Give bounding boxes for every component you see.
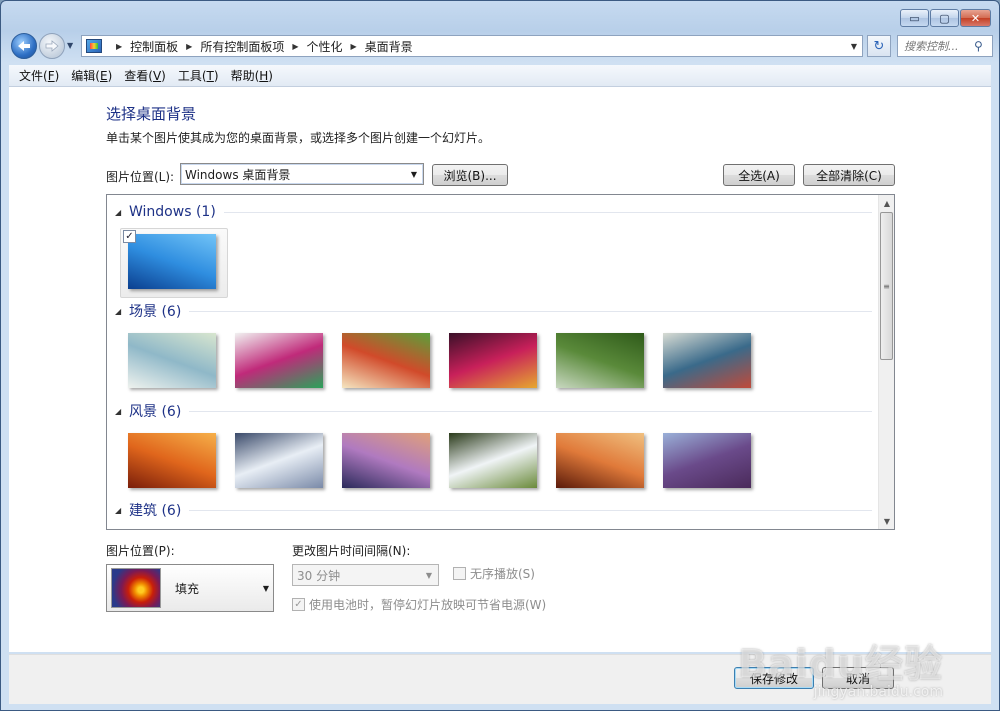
scroll-up-icon[interactable]: ▲ — [879, 195, 894, 211]
gallery-group-header[interactable]: ◢ Windows (1) — [115, 201, 872, 223]
thumbnail-checkbox[interactable]: ✓ — [123, 230, 136, 243]
gallery-group-title: Windows (1) — [129, 204, 216, 220]
wallpaper-thumbnail[interactable] — [663, 433, 751, 488]
wallpaper-thumbnail[interactable] — [235, 333, 323, 388]
close-icon: ✕ — [970, 11, 981, 25]
menu-help[interactable]: 帮助(H) — [225, 67, 279, 84]
interval-select[interactable]: 30 分钟 ▼ — [292, 564, 439, 586]
gallery-group-header[interactable]: ◢ 风景 (6) — [115, 400, 872, 422]
battery-label: 使用电池时，暂停幻灯片放映可节省电源(W) — [309, 598, 547, 612]
wallpaper-thumbnail[interactable] — [556, 433, 644, 488]
content-area: 选择桌面背景 单击某个图片使其成为您的桌面背景，或选择多个图片创建一个幻灯片。 … — [9, 87, 991, 652]
address-dropdown-icon[interactable]: ▼ — [846, 42, 862, 51]
wallpaper-thumbnail[interactable] — [449, 433, 537, 488]
interval-label: 更改图片时间间隔(N): — [292, 544, 411, 558]
control-panel-window: ▭ ▢ ✕ ▼ ▶ 控制面板 ▶ 所有控制面板项 ▶ 个性化 ▶ 桌面背景 ▼ … — [0, 0, 1000, 711]
collapse-triangle-icon[interactable]: ◢ — [115, 307, 129, 316]
wallpaper-thumbnail[interactable] — [342, 433, 430, 488]
minimize-icon: ▭ — [909, 11, 920, 25]
breadcrumb-item[interactable]: 个性化 — [307, 38, 343, 55]
shuffle-checkbox[interactable] — [453, 567, 466, 580]
wallpaper-thumbnail[interactable] — [128, 333, 216, 388]
refresh-icon: ↻ — [873, 38, 885, 54]
breadcrumb: ▶ 控制面板 ▶ 所有控制面板项 ▶ 个性化 ▶ 桌面背景 — [108, 38, 846, 55]
collapse-triangle-icon[interactable]: ◢ — [115, 208, 129, 217]
select-all-button[interactable]: 全选(A) — [723, 164, 795, 186]
chevron-right-icon[interactable]: ▶ — [292, 42, 298, 51]
wallpaper-gallery: ◢ Windows (1) ✓ ◢ 场景 (6) ◢ 风景 (6) ◢ 建筑 (6) ▲ ≡ ▼ — [106, 194, 895, 530]
caption-buttons: ▭ ▢ ✕ — [900, 9, 991, 27]
menu-view[interactable]: 查看(V) — [118, 67, 172, 84]
back-arrow-icon — [18, 41, 30, 51]
group-divider — [189, 410, 872, 412]
menu-bar: 文件(F) 编辑(E) 查看(V) 工具(T) 帮助(H) — [9, 65, 991, 87]
position-preview-image — [111, 568, 161, 608]
wallpaper-thumbnail[interactable] — [128, 433, 216, 488]
menu-edit[interactable]: 编辑(E) — [65, 67, 118, 84]
collapse-triangle-icon[interactable]: ◢ — [115, 407, 129, 416]
gallery-group-title: 风景 (6) — [129, 404, 182, 420]
group-divider — [189, 509, 872, 511]
breadcrumb-item[interactable]: 控制面板 — [130, 38, 178, 55]
close-button[interactable]: ✕ — [960, 9, 991, 27]
chevron-right-icon[interactable]: ▶ — [186, 42, 192, 51]
search-box[interactable]: ⚲ — [897, 35, 993, 57]
back-button[interactable] — [11, 33, 37, 59]
interval-value: 30 分钟 — [297, 568, 341, 583]
battery-checkbox[interactable]: ✓ — [292, 598, 305, 611]
menu-file[interactable]: 文件(F) — [13, 67, 65, 84]
chevron-right-icon[interactable]: ▶ — [351, 42, 357, 51]
wallpaper-thumbnail[interactable] — [128, 234, 216, 289]
forward-arrow-icon — [45, 40, 59, 52]
browse-button[interactable]: 浏览(B)... — [432, 164, 508, 186]
wallpaper-thumbnail[interactable] — [556, 333, 644, 388]
picture-position-label: 图片位置(P): — [106, 544, 175, 558]
address-bar[interactable]: ▶ 控制面板 ▶ 所有控制面板项 ▶ 个性化 ▶ 桌面背景 ▼ — [81, 35, 863, 57]
clear-all-button[interactable]: 全部清除(C) — [803, 164, 895, 186]
scroll-down-icon[interactable]: ▼ — [879, 513, 894, 529]
page-title: 选择桌面背景 — [106, 105, 197, 123]
navigation-row: ▼ ▶ 控制面板 ▶ 所有控制面板项 ▶ 个性化 ▶ 桌面背景 ▼ ↻ ⚲ — [9, 31, 993, 61]
shuffle-label: 无序播放(S) — [470, 567, 535, 581]
refresh-button[interactable]: ↻ — [867, 35, 891, 57]
recent-pages-dropdown[interactable]: ▼ — [67, 41, 73, 50]
group-divider — [189, 310, 872, 312]
picture-location-value: Windows 桌面背景 — [185, 167, 291, 182]
search-input[interactable] — [902, 38, 974, 54]
baidu-watermark-url: jingyan.baidu.com — [813, 684, 943, 700]
group-divider — [223, 211, 872, 213]
maximize-button[interactable]: ▢ — [930, 9, 959, 27]
gallery-group-header[interactable]: ◢ 建筑 (6) — [115, 499, 872, 521]
search-icon[interactable]: ⚲ — [974, 39, 983, 53]
wallpaper-thumbnail[interactable] — [342, 333, 430, 388]
breadcrumb-item[interactable]: 所有控制面板项 — [200, 38, 284, 55]
gallery-group-header[interactable]: ◢ 场景 (6) — [115, 300, 872, 322]
chevron-down-icon: ▼ — [410, 169, 418, 179]
chevron-down-icon: ▼ — [262, 583, 269, 593]
page-description: 单击某个图片使其成为您的桌面背景，或选择多个图片创建一个幻灯片。 — [106, 131, 491, 145]
wallpaper-thumbnail[interactable] — [449, 333, 537, 388]
collapse-triangle-icon[interactable]: ◢ — [115, 506, 129, 515]
gallery-group-title: 建筑 (6) — [129, 503, 182, 519]
picture-position-value: 填充 — [175, 581, 200, 596]
maximize-icon: ▢ — [939, 11, 950, 25]
breadcrumb-item[interactable]: 桌面背景 — [365, 38, 413, 55]
picture-location-label: 图片位置(L): — [106, 170, 175, 184]
wallpaper-thumbnail[interactable] — [663, 333, 751, 388]
picture-location-select[interactable]: Windows 桌面背景 ▼ — [180, 163, 424, 185]
minimize-button[interactable]: ▭ — [900, 9, 929, 27]
baidu-watermark: Baidu经验 — [738, 642, 943, 686]
chevron-down-icon: ▼ — [425, 570, 433, 580]
gallery-group-title: 场景 (6) — [129, 304, 182, 320]
gallery-scrollbar[interactable]: ▲ ≡ ▼ — [878, 195, 894, 529]
scrollbar-thumb[interactable]: ≡ — [880, 212, 893, 360]
control-panel-icon — [86, 39, 102, 53]
picture-position-select[interactable]: 填充 ▼ — [106, 564, 274, 612]
forward-button[interactable] — [39, 33, 65, 59]
menu-tools[interactable]: 工具(T) — [172, 67, 225, 84]
chevron-right-icon[interactable]: ▶ — [116, 42, 122, 51]
wallpaper-thumbnail[interactable] — [235, 433, 323, 488]
